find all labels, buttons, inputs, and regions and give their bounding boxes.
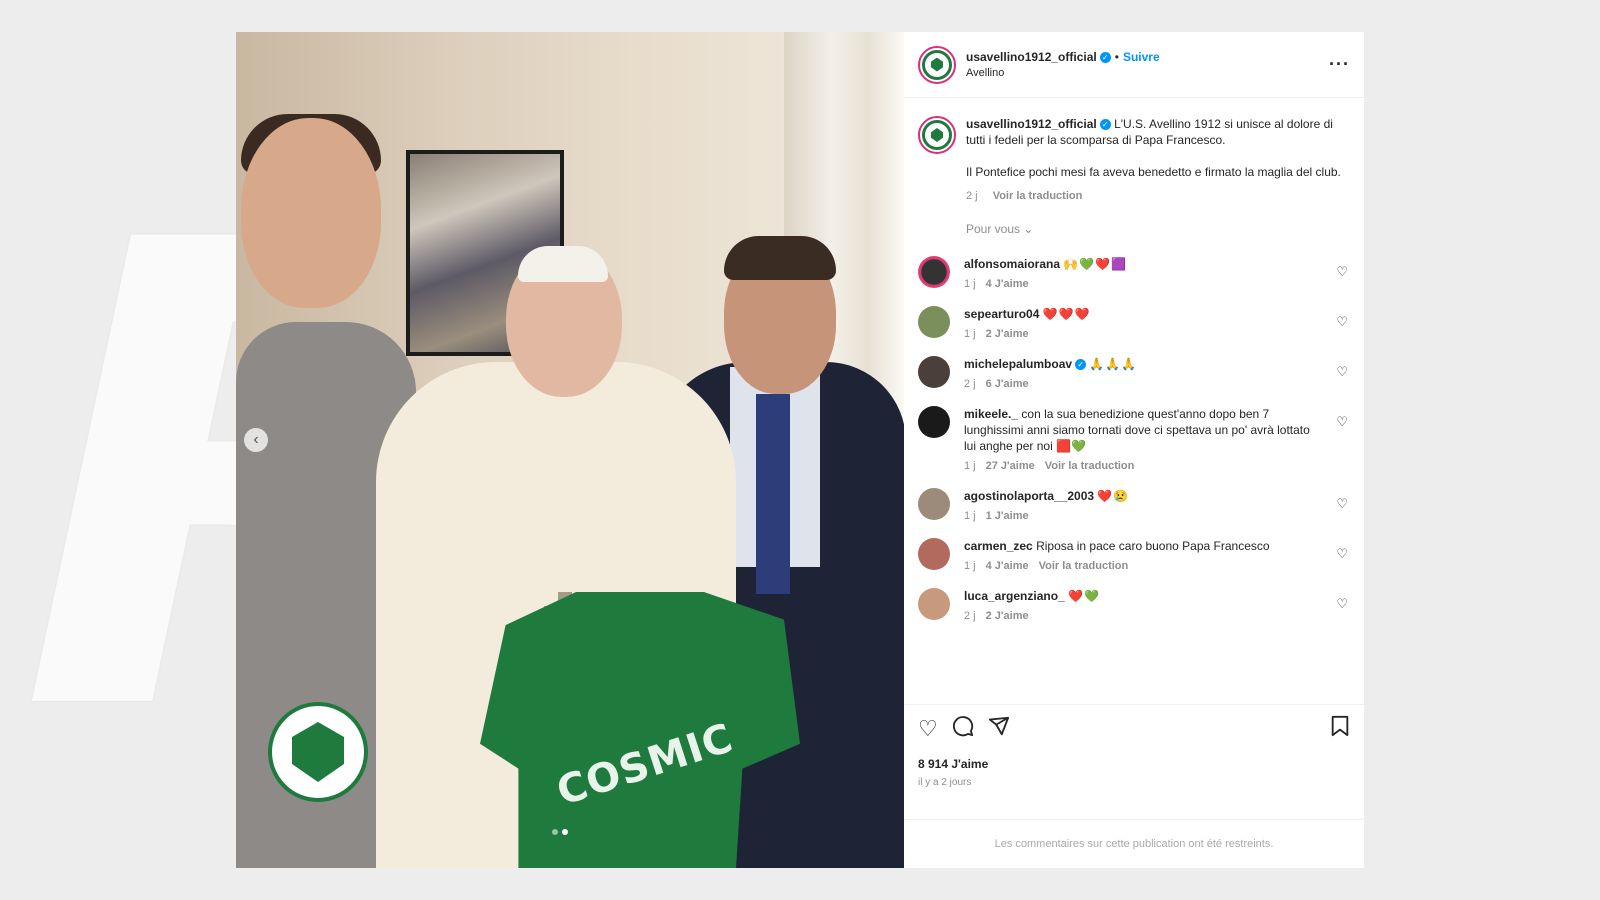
comment-username[interactable]: agostinolaporta__2003: [964, 489, 1094, 503]
comment-time: 1 j: [964, 560, 976, 572]
send-icon[interactable]: [988, 715, 1010, 743]
person-right-hair: [724, 236, 836, 280]
likes-count[interactable]: 8 914 J'aime: [918, 757, 1350, 771]
comment-like-heart-icon[interactable]: ♡: [1336, 264, 1348, 280]
comment-text: 🙏🙏🙏: [1089, 357, 1138, 371]
post-caption: usavellino1912_official ✓ L'U.S. Avellino…: [904, 98, 1364, 204]
comment-like-heart-icon[interactable]: ♡: [1336, 314, 1348, 330]
comment-text: 🙌💚❤️🟪: [1063, 257, 1128, 271]
comment-item: michelepalumboav ✓ 🙏🙏🙏 2 j 6 J'aime ♡: [918, 356, 1350, 392]
instagram-post: COSMIC ‹ usavellino1912_official ✓ • Suivre…: [236, 32, 1364, 868]
comment-likes[interactable]: 4 J'aime: [986, 560, 1029, 572]
comment-text: ❤️❤️❤️: [1042, 307, 1091, 321]
comment-time: 1 j: [964, 328, 976, 340]
comment-text: ❤️😢: [1097, 489, 1130, 503]
comment-translate-link[interactable]: Voir la traduction: [1039, 560, 1129, 572]
post-header: usavellino1912_official ✓ • Suivre Avellino…: [904, 32, 1364, 98]
separator: •: [1114, 50, 1119, 64]
comment-username[interactable]: carmen_zec: [964, 539, 1033, 553]
caption-username[interactable]: usavellino1912_official: [966, 117, 1097, 131]
follow-button[interactable]: Suivre: [1123, 50, 1160, 64]
comment-likes[interactable]: 27 J'aime: [986, 460, 1035, 472]
club-shield-icon: [292, 722, 344, 782]
comment-item: alfonsomaiorana 🙌💚❤️🟪 1 j 4 J'aime ♡: [918, 256, 1350, 292]
posted-time: il y a 2 jours: [918, 777, 972, 788]
post-location[interactable]: Avellino: [966, 67, 1329, 79]
carousel-dot: [552, 829, 558, 835]
post-sidebar: usavellino1912_official ✓ • Suivre Avellino…: [904, 32, 1364, 868]
comment-time: 1 j: [964, 460, 976, 472]
comment-like-heart-icon[interactable]: ♡: [1336, 546, 1348, 562]
comment-username[interactable]: michelepalumboav: [964, 357, 1072, 371]
comment-username[interactable]: alfonsomaiorana: [964, 257, 1060, 271]
comment-item: mikeele._ con la sua benedizione quest'a…: [918, 406, 1350, 474]
carousel-dot-active: [562, 829, 568, 835]
comment-time: 1 j: [964, 278, 976, 290]
comment-likes[interactable]: 1 J'aime: [986, 510, 1029, 522]
comment-like-heart-icon[interactable]: ♡: [1336, 414, 1348, 430]
club-logo-overlay: [268, 702, 368, 802]
verified-badge-icon: ✓: [1099, 52, 1111, 64]
comment-username[interactable]: mikeele._: [964, 407, 1018, 421]
comment-list: alfonsomaiorana 🙌💚❤️🟪 1 j 4 J'aime ♡ sepe…: [904, 236, 1364, 624]
comment-like-heart-icon[interactable]: ♡: [1336, 364, 1348, 380]
comment-avatar[interactable]: [918, 406, 950, 438]
comment-avatar[interactable]: [918, 306, 950, 338]
comment-username[interactable]: sepearturo04: [964, 307, 1039, 321]
comment-likes[interactable]: 6 J'aime: [986, 378, 1029, 390]
comment-username[interactable]: luca_argenziano_: [964, 589, 1065, 603]
comment-item: luca_argenziano_ ❤️💚 2 j 2 J'aime ♡: [918, 588, 1350, 624]
comment-avatar[interactable]: [918, 538, 950, 570]
comment-avatar[interactable]: [918, 488, 950, 520]
comment-time: 2 j: [964, 378, 976, 390]
comment-avatar[interactable]: [918, 588, 950, 620]
caption-avatar[interactable]: [918, 116, 956, 154]
comment-item: carmen_zec Riposa in pace caro buono Pap…: [918, 538, 1350, 574]
comment-item: agostinolaporta__2003 ❤️😢 1 j 1 J'aime ♡: [918, 488, 1350, 524]
comment-avatar[interactable]: [918, 256, 950, 288]
pope-zucchetto: [518, 246, 608, 282]
comment-likes[interactable]: 2 J'aime: [986, 610, 1029, 622]
person-right-tie: [756, 394, 790, 594]
comment-avatar[interactable]: [918, 356, 950, 388]
comment-translate-link[interactable]: Voir la traduction: [1045, 460, 1135, 472]
carousel-dots: [552, 829, 568, 835]
caption-text-2: Il Pontefice pochi mesi fa aveva benedet…: [966, 165, 1341, 179]
verified-badge-icon: ✓: [1099, 119, 1111, 131]
verified-badge-icon: ✓: [1075, 359, 1087, 371]
caption-translate-link[interactable]: Voir la traduction: [993, 190, 1083, 202]
account-avatar[interactable]: [918, 45, 956, 84]
comment-likes[interactable]: 4 J'aime: [986, 278, 1029, 290]
comment-text: ❤️💚: [1068, 589, 1100, 603]
post-photo[interactable]: COSMIC ‹: [236, 32, 904, 868]
comment-like-heart-icon[interactable]: ♡: [1336, 596, 1348, 612]
carousel-prev-button[interactable]: ‹: [244, 428, 268, 452]
comment-time: 2 j: [964, 610, 976, 622]
bookmark-icon[interactable]: [1330, 715, 1350, 743]
comment-icon[interactable]: [952, 715, 974, 743]
more-horizontal-icon[interactable]: ···: [1329, 54, 1350, 75]
caption-time: 2 j: [966, 190, 978, 202]
comment-text: Riposa in pace caro buono Papa Francesco: [1036, 539, 1270, 553]
post-actions: ♡ 8 914 J'aime il y a 2 jours: [904, 704, 1364, 788]
heart-icon[interactable]: ♡: [918, 716, 938, 742]
account-username[interactable]: usavellino1912_official: [966, 50, 1097, 64]
comment-likes[interactable]: 2 J'aime: [986, 328, 1029, 340]
person-left-head: [241, 118, 381, 308]
comments-restricted-notice: Les commentaires sur cette publication o…: [904, 819, 1364, 868]
comment-time: 1 j: [964, 510, 976, 522]
comment-sort-dropdown[interactable]: Pour vous ⌄: [904, 204, 1364, 236]
comment-like-heart-icon[interactable]: ♡: [1336, 496, 1348, 512]
comment-item: sepearturo04 ❤️❤️❤️ 1 j 2 J'aime ♡: [918, 306, 1350, 342]
